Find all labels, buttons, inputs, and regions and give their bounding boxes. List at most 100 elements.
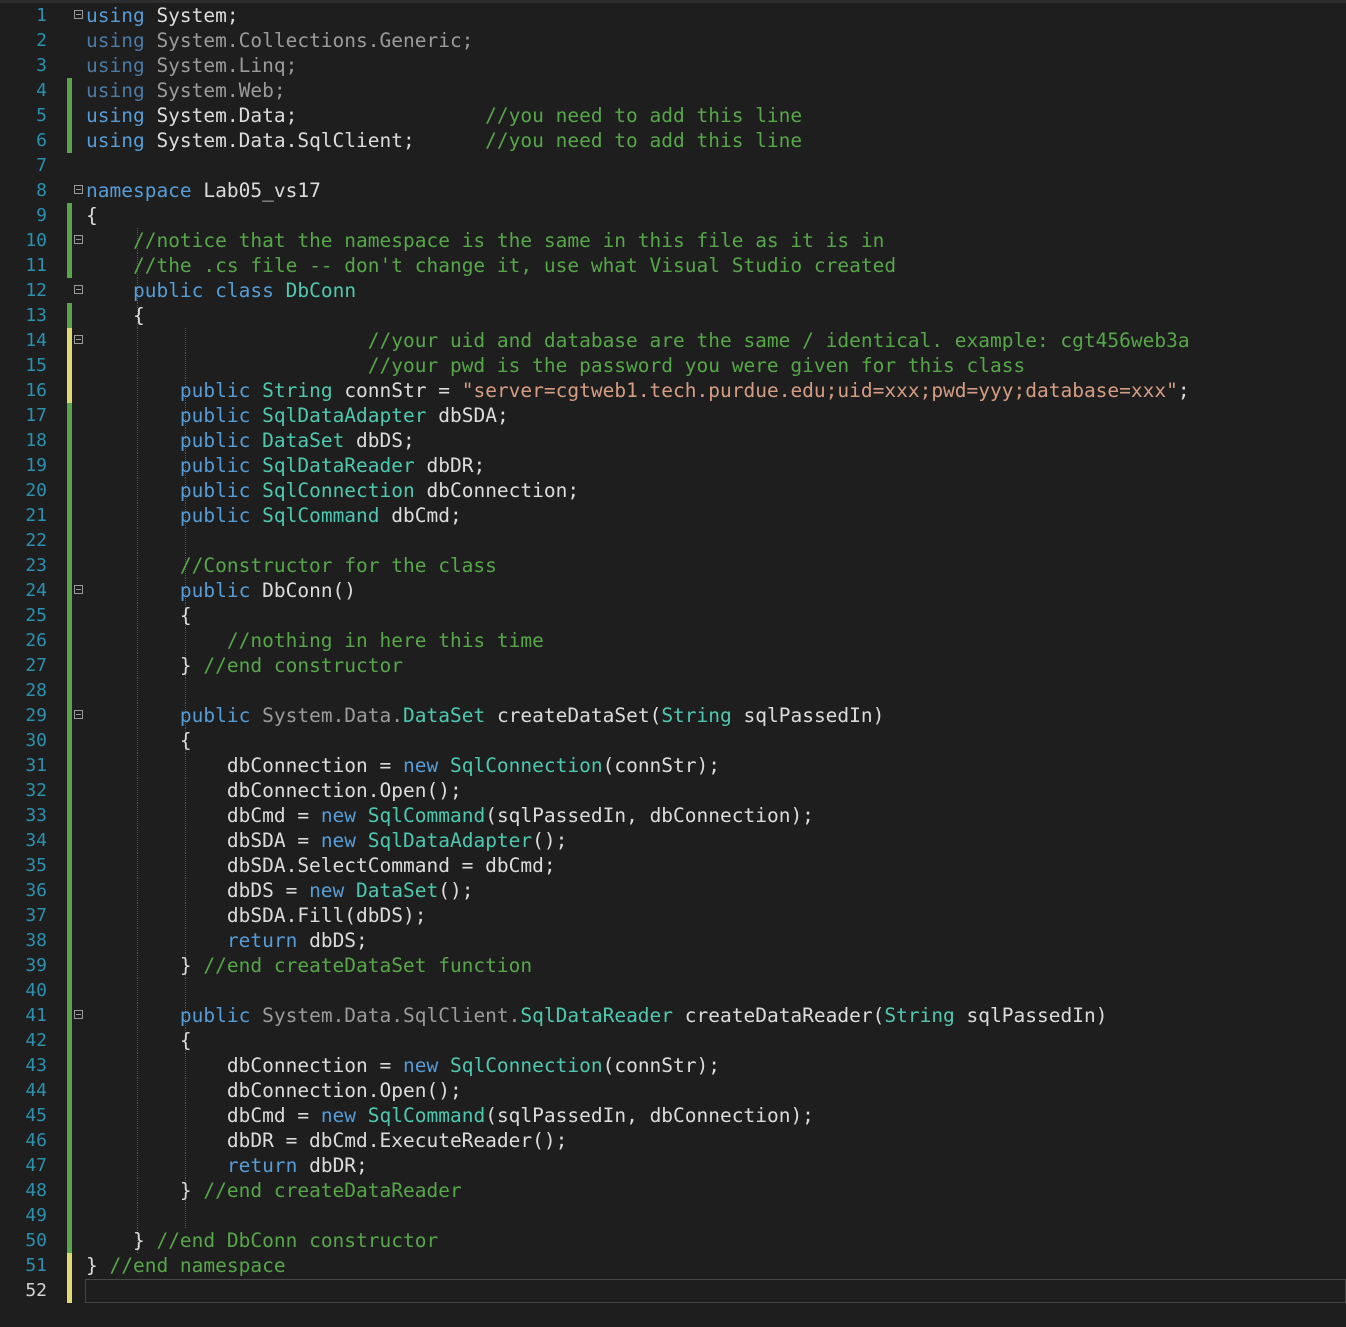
collapse-icon[interactable] — [74, 235, 83, 244]
code-line[interactable]: 50 } //end DbConn constructor — [0, 1228, 1346, 1253]
code-line[interactable]: 5 using System.Data; //you need to add th… — [0, 103, 1346, 128]
code-text[interactable]: //your pwd is the password you were give… — [86, 353, 1025, 378]
code-text[interactable]: public SqlCommand dbCmd; — [86, 503, 462, 528]
code-line[interactable]: 11 //the .cs file -- don't change it, us… — [0, 253, 1346, 278]
code-line[interactable]: 33 dbCmd = new SqlCommand(sqlPassedIn, d… — [0, 803, 1346, 828]
code-text[interactable]: return dbDR; — [86, 1153, 368, 1178]
code-line[interactable]: 40 — [0, 978, 1346, 1003]
code-text[interactable]: public SqlDataReader dbDR; — [86, 453, 485, 478]
code-text[interactable]: dbConnection = new SqlConnection(connStr… — [86, 1053, 720, 1078]
code-text[interactable]: dbSDA.Fill(dbDS); — [86, 903, 427, 928]
code-line[interactable]: 45 dbCmd = new SqlCommand(sqlPassedIn, d… — [0, 1103, 1346, 1128]
code-line[interactable]: 20 public SqlConnection dbConnection; — [0, 478, 1346, 503]
code-line[interactable]: 30 { — [0, 728, 1346, 753]
code-text[interactable]: using System.Collections.Generic; — [86, 28, 473, 53]
code-line[interactable]: 3 using System.Linq; — [0, 53, 1346, 78]
code-line[interactable]: 4 using System.Web; — [0, 78, 1346, 103]
code-line[interactable]: 21 public SqlCommand dbCmd; — [0, 503, 1346, 528]
code-line[interactable]: 19 public SqlDataReader dbDR; — [0, 453, 1346, 478]
code-text[interactable]: { — [86, 303, 145, 328]
code-line[interactable]: 26 //nothing in here this time — [0, 628, 1346, 653]
code-text[interactable]: //Constructor for the class — [86, 553, 497, 578]
code-text[interactable]: using System.Linq; — [86, 53, 297, 78]
code-line[interactable]: 23 //Constructor for the class — [0, 553, 1346, 578]
code-text[interactable]: using System.Data; //you need to add thi… — [86, 103, 802, 128]
code-line[interactable]: 16 public String connStr = "server=cgtwe… — [0, 378, 1346, 403]
code-text[interactable]: dbCmd = new SqlCommand(sqlPassedIn, dbCo… — [86, 1103, 814, 1128]
code-text[interactable]: dbDR = dbCmd.ExecuteReader(); — [86, 1128, 567, 1153]
code-text[interactable]: using System.Data.SqlClient; //you need … — [86, 128, 802, 153]
code-text[interactable]: } //end createDataSet function — [86, 953, 532, 978]
code-text[interactable]: { — [86, 728, 192, 753]
code-text[interactable]: dbSDA = new SqlDataAdapter(); — [86, 828, 568, 853]
collapse-icon[interactable] — [74, 185, 83, 194]
code-text[interactable]: } //end namespace — [86, 1253, 286, 1278]
code-text[interactable]: //the .cs file -- don't change it, use w… — [86, 253, 896, 278]
code-line[interactable]: 48 } //end createDataReader — [0, 1178, 1346, 1203]
code-line[interactable]: 41 public System.Data.SqlClient.SqlDataR… — [0, 1003, 1346, 1028]
code-text[interactable]: dbConnection.Open(); — [86, 778, 462, 803]
code-text[interactable]: using System; — [86, 3, 239, 28]
code-text[interactable]: //your uid and database are the same / i… — [86, 328, 1190, 353]
code-line[interactable]: 44 dbConnection.Open(); — [0, 1078, 1346, 1103]
code-line[interactable]: 2 using System.Collections.Generic; — [0, 28, 1346, 53]
code-text[interactable]: public SqlConnection dbConnection; — [86, 478, 579, 503]
code-editor[interactable]: 1 using System; 2 using System.Collections.… — [0, 3, 1346, 1303]
collapse-icon[interactable] — [74, 10, 83, 19]
collapse-icon[interactable] — [74, 1010, 83, 1019]
code-line[interactable]: 34 dbSDA = new SqlDataAdapter(); — [0, 828, 1346, 853]
collapse-icon[interactable] — [74, 710, 83, 719]
code-line[interactable]: 38 return dbDS; — [0, 928, 1346, 953]
code-text[interactable]: return dbDS; — [86, 928, 368, 953]
code-text[interactable]: //notice that the namespace is the same … — [86, 228, 884, 253]
code-line[interactable]: 22 — [0, 528, 1346, 553]
code-text[interactable]: dbConnection.Open(); — [86, 1078, 462, 1103]
code-line[interactable]: 10 //notice that the namespace is the sa… — [0, 228, 1346, 253]
code-text[interactable]: { — [86, 603, 192, 628]
code-line[interactable]: 1 using System; — [0, 3, 1346, 28]
code-line[interactable]: 24 public DbConn() — [0, 578, 1346, 603]
code-line[interactable]: 32 dbConnection.Open(); — [0, 778, 1346, 803]
code-text[interactable]: { — [86, 1028, 192, 1053]
code-line[interactable]: 9{ — [0, 203, 1346, 228]
collapse-icon[interactable] — [74, 585, 83, 594]
code-line[interactable]: 18 public DataSet dbDS; — [0, 428, 1346, 453]
collapse-icon[interactable] — [74, 335, 83, 344]
code-line[interactable]: 51} //end namespace — [0, 1253, 1346, 1278]
code-line[interactable]: 15 //your pwd is the password you were g… — [0, 353, 1346, 378]
code-line[interactable]: 46 dbDR = dbCmd.ExecuteReader(); — [0, 1128, 1346, 1153]
code-text[interactable]: dbDS = new DataSet(); — [86, 878, 474, 903]
code-text[interactable]: public System.Data.DataSet createDataSet… — [86, 703, 884, 728]
code-line[interactable]: 8 namespace Lab05_vs17 — [0, 178, 1346, 203]
code-line[interactable]: 14 //your uid and database are the same … — [0, 328, 1346, 353]
code-line[interactable]: 43 dbConnection = new SqlConnection(conn… — [0, 1053, 1346, 1078]
code-text[interactable]: } //end createDataReader — [86, 1178, 462, 1203]
code-line[interactable]: 36 dbDS = new DataSet(); — [0, 878, 1346, 903]
code-line[interactable]: 13 { — [0, 303, 1346, 328]
code-text[interactable]: //nothing in here this time — [86, 628, 544, 653]
code-line[interactable]: 12 public class DbConn — [0, 278, 1346, 303]
code-text[interactable]: public SqlDataAdapter dbSDA; — [86, 403, 509, 428]
code-text[interactable]: } //end DbConn constructor — [86, 1228, 438, 1253]
code-line[interactable]: 17 public SqlDataAdapter dbSDA; — [0, 403, 1346, 428]
code-text[interactable]: public System.Data.SqlClient.SqlDataRead… — [86, 1003, 1108, 1028]
code-text[interactable]: } //end constructor — [86, 653, 403, 678]
code-text[interactable]: public DbConn() — [86, 578, 356, 603]
code-line[interactable]: 6 using System.Data.SqlClient; //you need… — [0, 128, 1346, 153]
code-line[interactable]: 31 dbConnection = new SqlConnection(conn… — [0, 753, 1346, 778]
code-line[interactable]: 39 } //end createDataSet function — [0, 953, 1346, 978]
code-text[interactable]: dbSDA.SelectCommand = dbCmd; — [86, 853, 556, 878]
code-text[interactable]: dbConnection = new SqlConnection(connStr… — [86, 753, 720, 778]
code-text[interactable]: dbCmd = new SqlCommand(sqlPassedIn, dbCo… — [86, 803, 814, 828]
code-text[interactable]: namespace Lab05_vs17 — [86, 178, 321, 203]
code-line[interactable]: 42 { — [0, 1028, 1346, 1053]
collapse-icon[interactable] — [74, 285, 83, 294]
code-line[interactable]: 47 return dbDR; — [0, 1153, 1346, 1178]
code-line[interactable]: 7 — [0, 153, 1346, 178]
code-line[interactable]: 52 — [0, 1278, 1346, 1303]
code-line[interactable]: 29 public System.Data.DataSet createData… — [0, 703, 1346, 728]
code-text[interactable]: using System.Web; — [86, 78, 286, 103]
code-text[interactable]: { — [86, 203, 98, 228]
code-text[interactable]: public class DbConn — [86, 278, 356, 303]
code-text[interactable]: public DataSet dbDS; — [86, 428, 415, 453]
